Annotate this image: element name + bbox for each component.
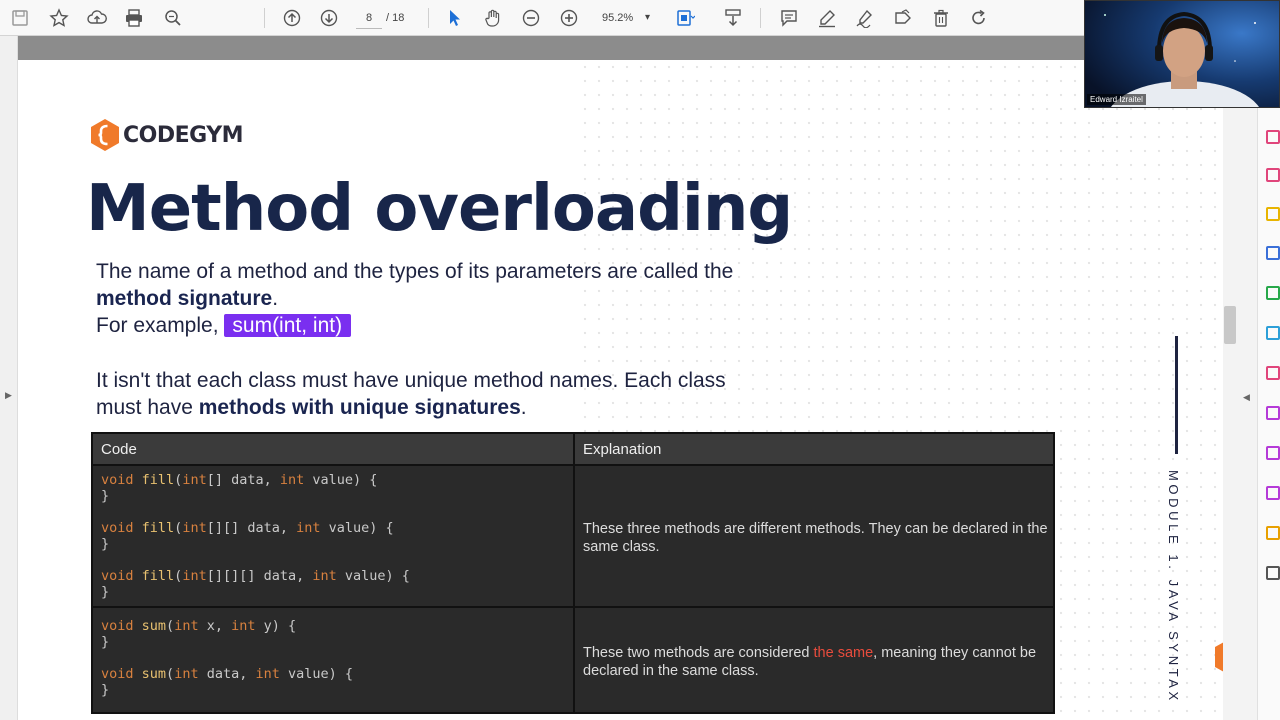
send-for-signature-icon[interactable] bbox=[1266, 446, 1280, 460]
export-pdf-icon[interactable] bbox=[1266, 246, 1280, 260]
previous-page-edge bbox=[18, 36, 1223, 60]
overloading-table: Code Explanation void fill(int[] data, i… bbox=[91, 432, 1055, 714]
slide-title: Method overloading bbox=[86, 172, 793, 246]
zoom-in-icon[interactable] bbox=[556, 5, 582, 31]
codegym-logo: CODEGYM bbox=[88, 118, 244, 152]
document-viewport: CODEGYM Method overloading The name of a… bbox=[18, 36, 1223, 720]
toolbar-separator bbox=[264, 8, 265, 28]
table-header-explanation: Explanation bbox=[583, 441, 662, 458]
participant-name: Edward Izraitel bbox=[1087, 94, 1146, 105]
page-up-icon[interactable] bbox=[279, 5, 305, 31]
combine-files-icon[interactable] bbox=[1266, 286, 1280, 300]
fill-sign-icon[interactable] bbox=[1266, 406, 1280, 420]
compress-pdf-icon[interactable] bbox=[1266, 326, 1280, 340]
vertical-scrollbar[interactable] bbox=[1223, 108, 1237, 720]
hand-tool-icon[interactable] bbox=[480, 5, 506, 31]
current-page-input[interactable]: 8 bbox=[356, 7, 382, 29]
highlighted-signature: sum(int, int) bbox=[224, 314, 352, 337]
table-column-divider bbox=[573, 434, 575, 712]
slide-page: CODEGYM Method overloading The name of a… bbox=[18, 60, 1223, 720]
toolbar-separator bbox=[428, 8, 429, 28]
tools-pane bbox=[1257, 108, 1280, 720]
paragraph-unique-line-2: must have methods with unique signatures… bbox=[96, 396, 527, 419]
create-pdf-icon[interactable] bbox=[1266, 168, 1280, 182]
left-panel-collapsed[interactable]: ▶ bbox=[0, 36, 18, 720]
bold-term: methods with unique signatures bbox=[198, 396, 521, 419]
paragraph-unique-line-1: It isn't that each class must have uniqu… bbox=[96, 369, 726, 392]
scroll-mode-icon[interactable] bbox=[720, 5, 746, 31]
zoom-out-icon[interactable] bbox=[518, 5, 544, 31]
save-icon[interactable] bbox=[7, 5, 33, 31]
protect-icon[interactable] bbox=[1266, 486, 1280, 500]
right-panel-collapse[interactable]: ◀ bbox=[1237, 108, 1257, 720]
total-pages: / 18 bbox=[386, 12, 405, 24]
code-block-fill-methods: void fill(int[] data, int value) { } voi… bbox=[101, 472, 410, 600]
fit-page-icon[interactable] bbox=[672, 5, 698, 31]
page-down-icon[interactable] bbox=[316, 5, 342, 31]
logo-wordmark: CODEGYM bbox=[123, 122, 244, 148]
highlight-pen-icon[interactable] bbox=[814, 5, 840, 31]
cloud-upload-icon[interactable] bbox=[84, 5, 110, 31]
module-label: MODULE 1. JAVA SYNTAX bbox=[1166, 470, 1181, 704]
expand-left-panel-icon[interactable]: ▶ bbox=[5, 390, 12, 401]
search-icon[interactable] bbox=[160, 5, 186, 31]
organize-pages-icon[interactable] bbox=[1266, 130, 1280, 144]
zoom-level-select[interactable]: 95.2% bbox=[594, 7, 654, 29]
webcam-overlay: Edward Izraitel bbox=[1084, 0, 1280, 108]
comment-icon[interactable] bbox=[776, 5, 802, 31]
scrollbar-thumb[interactable] bbox=[1224, 306, 1236, 344]
select-cursor-icon[interactable] bbox=[442, 5, 468, 31]
explanation-row-2: These two methods are considered the sam… bbox=[583, 645, 1037, 679]
table-row-divider bbox=[93, 606, 1053, 608]
edit-pdf-icon[interactable] bbox=[1266, 366, 1280, 380]
customize-tools-icon[interactable] bbox=[1266, 566, 1280, 580]
paragraph-example: For example, sum(int, int) bbox=[96, 312, 352, 339]
redo-icon[interactable] bbox=[966, 5, 992, 31]
comment-tool-icon[interactable] bbox=[1266, 207, 1280, 221]
trash-icon[interactable] bbox=[928, 5, 954, 31]
print-icon[interactable] bbox=[121, 5, 147, 31]
more-tools-icon[interactable] bbox=[1266, 526, 1280, 540]
presenter-video-icon bbox=[1085, 1, 1279, 107]
stamp-icon[interactable] bbox=[890, 5, 916, 31]
emphasis-the-same: the same bbox=[813, 645, 874, 661]
code-block-sum-methods: void sum(int x, int y) { } void sum(int … bbox=[101, 618, 354, 698]
draw-signature-icon[interactable] bbox=[852, 5, 878, 31]
star-icon[interactable] bbox=[46, 5, 72, 31]
collapse-right-panel-icon[interactable]: ◀ bbox=[1243, 392, 1250, 403]
paragraph-signature-line-2: method signature. bbox=[96, 287, 279, 310]
table-header-code: Code bbox=[101, 441, 137, 458]
bold-term: method signature bbox=[96, 287, 273, 310]
paragraph-signature-line-1: The name of a method and the types of it… bbox=[96, 260, 734, 283]
codegym-hex-logo-icon bbox=[91, 119, 119, 151]
explanation-row-1: These three methods are different method… bbox=[583, 521, 1048, 555]
toolbar-separator bbox=[760, 8, 761, 28]
module-label-bar bbox=[1175, 336, 1178, 454]
